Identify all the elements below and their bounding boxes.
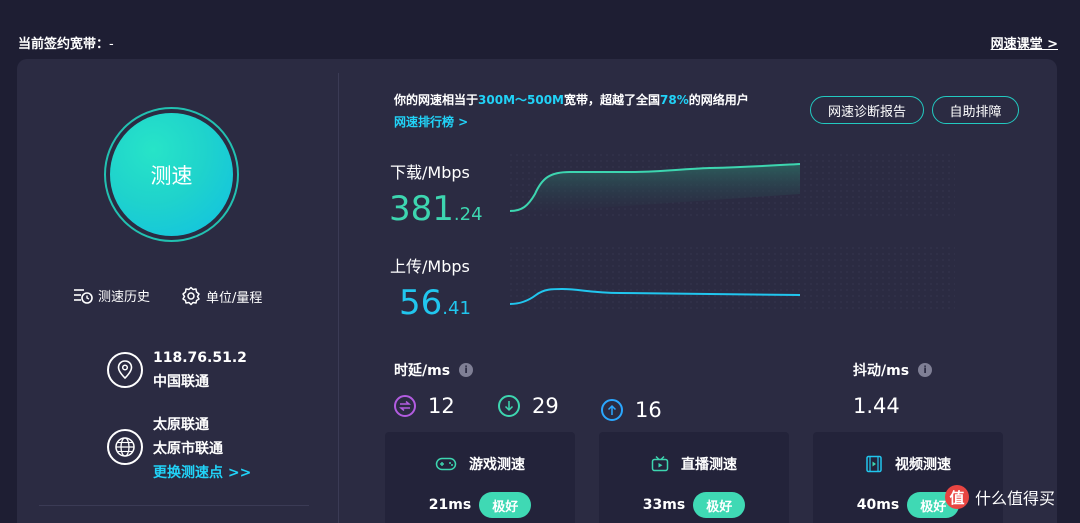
latency-bidirectional-value: 12 <box>428 394 455 418</box>
test-node-info: 太原联通 太原市联通 更换测速点 >> <box>107 413 251 485</box>
speed-classroom-link[interactable]: 网速课堂 > <box>991 33 1058 52</box>
speed-test-panel: 测速 测速历史 单位/量程 118.76.51.2 中国联通 太原联通 太原市联… <box>17 59 1057 523</box>
game-test-stat: 21ms 极好 <box>385 492 575 518</box>
history-icon <box>74 288 93 304</box>
tv-icon <box>651 456 669 472</box>
download-int: 381 <box>389 189 454 229</box>
column-divider <box>338 73 339 523</box>
live-test-stat: 33ms 极好 <box>599 492 789 518</box>
start-speed-test-button[interactable]: 测速 <box>110 113 233 236</box>
history-label: 测速历史 <box>98 290 151 305</box>
live-test-ms: 33ms <box>642 497 686 513</box>
arrow-up-icon <box>601 399 623 421</box>
location-pin-icon <box>107 352 143 388</box>
game-test-title: 游戏测速 <box>385 454 575 474</box>
latency-info-icon[interactable]: i <box>459 363 474 377</box>
live-test-label: 直播测速 <box>681 457 737 473</box>
ip-info: 118.76.51.2 中国联通 <box>107 346 247 394</box>
watermark-text: 什么值得买 <box>975 489 1056 508</box>
isp-name: 中国联通 <box>153 374 209 390</box>
swap-arrows-icon <box>394 395 416 417</box>
latency-up: 16 <box>601 398 662 422</box>
summary-suffix: 的网络用户 <box>688 93 749 107</box>
video-test-ms: 40ms <box>856 497 900 513</box>
left-divider-bottom <box>39 505 309 506</box>
film-icon <box>866 455 882 473</box>
latency-down-value: 29 <box>532 394 559 418</box>
gear-icon <box>182 286 200 306</box>
contract-label-text: 当前签约宽带： <box>18 37 110 52</box>
jitter-info-icon[interactable]: i <box>918 363 933 377</box>
contract-value: - <box>109 37 114 52</box>
unit-label: 单位/量程 <box>206 290 263 306</box>
jitter-title: 抖动/ms <box>853 363 910 379</box>
upload-int: 56 <box>399 283 443 323</box>
video-test-title: 视频测速 <box>813 454 1003 474</box>
node-name: 太原联通 <box>153 417 209 433</box>
latency-bidirectional: 12 <box>394 394 455 418</box>
gamepad-icon <box>435 457 457 471</box>
game-test-rating-badge: 极好 <box>479 492 532 518</box>
self-troubleshoot-button[interactable]: 自助排障 <box>932 96 1019 124</box>
jitter-value: 1.44 <box>853 394 900 418</box>
download-chart <box>509 154 955 219</box>
download-dec: .24 <box>453 204 483 225</box>
latency-label: 时延/ms i <box>394 360 474 380</box>
arrow-down-icon <box>498 395 520 417</box>
change-node-link[interactable]: 更换测速点 >> <box>153 461 251 485</box>
contract-bandwidth-label: 当前签约宽带：- <box>18 33 114 52</box>
upload-dec: .41 <box>442 298 471 319</box>
ip-address: 118.76.51.2 <box>153 350 247 366</box>
game-test-card[interactable]: 游戏测速 21ms 极好 <box>385 432 575 523</box>
live-test-rating-badge: 极好 <box>693 492 746 518</box>
live-test-title: 直播测速 <box>599 454 789 474</box>
test-history-button[interactable]: 测速历史 <box>73 286 150 305</box>
watermark: 值 什么值得买 <box>945 485 1055 509</box>
summary-range: 300M～500M <box>478 93 564 107</box>
latency-down: 29 <box>498 394 559 418</box>
watermark-logo-icon: 值 <box>945 485 969 509</box>
game-test-ms: 21ms <box>428 497 472 513</box>
jitter-label: 抖动/ms i <box>853 360 933 380</box>
upload-label: 上传/Mbps <box>390 257 470 276</box>
download-label: 下载/Mbps <box>390 163 470 182</box>
node-city: 太原市联通 <box>153 441 223 457</box>
live-test-card[interactable]: 直播测速 33ms 极好 <box>599 432 789 523</box>
latency-title: 时延/ms <box>394 363 451 379</box>
summary-prefix: 你的网速相当于 <box>394 93 479 107</box>
video-test-card[interactable]: 视频测速 40ms 极好 <box>813 432 1003 523</box>
game-test-label: 游戏测速 <box>469 457 525 473</box>
latency-up-value: 16 <box>635 398 662 422</box>
video-test-label: 视频测速 <box>895 457 951 473</box>
summary-mid: 宽带，超越了全国 <box>564 93 661 107</box>
unit-range-button[interactable]: 单位/量程 <box>181 286 262 306</box>
upload-chart <box>509 247 955 312</box>
globe-icon <box>107 429 143 465</box>
diagnosis-report-button[interactable]: 网速诊断报告 <box>810 96 924 124</box>
download-speed: 381.24 <box>389 192 483 232</box>
summary-percent: 78% <box>660 93 689 107</box>
speed-ranking-link[interactable]: 网速排行榜 > <box>394 113 468 130</box>
upload-speed: 56.41 <box>399 286 471 326</box>
speed-summary: 你的网速相当于300M～500M宽带，超越了全国78%的网络用户 <box>394 91 749 108</box>
